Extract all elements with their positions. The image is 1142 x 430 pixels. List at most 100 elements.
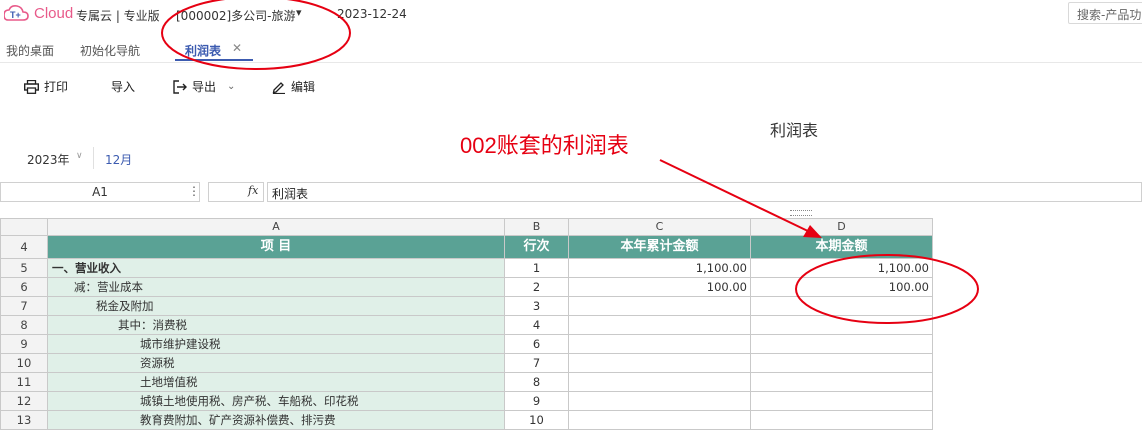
ytd-amount-cell[interactable]: 1,100.00 — [568, 258, 751, 278]
login-date: 2023-12-24 — [337, 7, 407, 21]
table-row: 7 税金及附加 3 — [0, 296, 933, 316]
column-header-a[interactable]: A — [47, 218, 505, 236]
line-number-cell[interactable]: 6 — [504, 334, 569, 354]
line-number-cell[interactable]: 7 — [504, 353, 569, 373]
line-number-cell[interactable]: 4 — [504, 315, 569, 335]
period-amount-cell[interactable] — [750, 391, 933, 411]
ytd-amount-cell[interactable]: 100.00 — [568, 277, 751, 297]
row-header[interactable]: 9 — [0, 334, 48, 354]
ytd-amount-cell[interactable] — [568, 315, 751, 335]
item-cell[interactable]: 土地增值税 — [47, 372, 505, 392]
ytd-amount-cell[interactable] — [568, 334, 751, 354]
header-ytd-amount[interactable]: 本年累计金额 — [568, 235, 751, 259]
annotation-text: 002账套的利润表 — [460, 133, 629, 158]
period-amount-cell[interactable] — [750, 315, 933, 335]
item-cell[interactable]: 资源税 — [47, 353, 505, 373]
item-cell[interactable]: 城镇土地使用税、房产税、车船税、印花税 — [47, 391, 505, 411]
pencil-icon — [272, 81, 285, 94]
row-header[interactable]: 5 — [0, 258, 48, 278]
table-row: 5 一、营业收入 1 1,100.00 1,100.00 — [0, 258, 933, 278]
export-button[interactable]: 导出 ⌄ — [173, 78, 235, 95]
row-header[interactable]: 13 — [0, 410, 48, 430]
export-label: 导出 — [192, 80, 217, 94]
period-amount-cell[interactable] — [750, 372, 933, 392]
line-number-cell[interactable]: 2 — [504, 277, 569, 297]
formula-bar: A1 ⋮ fx 利润表 — [0, 182, 1142, 204]
ytd-amount-cell[interactable] — [568, 296, 751, 316]
company-selector[interactable]: [000002]多公司-旅游 — [176, 7, 296, 24]
search-input[interactable]: 搜索-产品功 — [1068, 2, 1142, 24]
table-row: 10 资源税 7 — [0, 353, 933, 373]
edit-button[interactable]: 编辑 — [272, 78, 315, 95]
import-button[interactable]: 导入 — [111, 78, 135, 95]
row-header[interactable]: 8 — [0, 315, 48, 335]
ytd-amount-cell[interactable] — [568, 391, 751, 411]
line-number-cell[interactable]: 8 — [504, 372, 569, 392]
row-header[interactable]: 12 — [0, 391, 48, 411]
column-header-c[interactable]: C — [568, 218, 751, 236]
svg-text:T+: T+ — [10, 10, 21, 20]
toolbar: 打印 导入 导出 ⌄ 编辑 — [0, 74, 600, 98]
tab-desktop[interactable]: 我的桌面 — [6, 42, 54, 59]
table-row: 12 城镇土地使用税、房产税、车船税、印花税 9 — [0, 391, 933, 411]
divider — [93, 147, 94, 169]
fx-icon[interactable]: fx — [248, 184, 258, 197]
item-cell[interactable]: 其中：消费税 — [47, 315, 505, 335]
column-header-b[interactable]: B — [504, 218, 569, 236]
line-number-cell[interactable]: 3 — [504, 296, 569, 316]
ytd-amount-cell[interactable] — [568, 372, 751, 392]
header-item[interactable]: 项 目 — [47, 235, 505, 259]
item-cell[interactable]: 教育费附加、矿产资源补偿费、排污费 — [47, 410, 505, 430]
formula-input[interactable]: 利润表 — [267, 182, 1142, 202]
item-cell[interactable]: 城市维护建设税 — [47, 334, 505, 354]
period-amount-cell[interactable] — [750, 296, 933, 316]
item-cell[interactable]: 一、营业收入 — [47, 258, 505, 278]
item-cell[interactable]: 减：营业成本 — [47, 277, 505, 297]
line-number-cell[interactable]: 1 — [504, 258, 569, 278]
row-header[interactable]: 10 — [0, 353, 48, 373]
select-all-corner[interactable] — [0, 218, 48, 236]
header-line-no[interactable]: 行次 — [504, 235, 569, 259]
more-icon[interactable]: ⋮ — [188, 184, 200, 198]
row-header[interactable]: 4 — [0, 235, 48, 259]
ytd-amount-cell[interactable] — [568, 410, 751, 430]
table-row: 6 减：营业成本 2 100.00 100.00 — [0, 277, 933, 297]
active-tab-indicator — [175, 59, 253, 61]
item-cell[interactable]: 税金及附加 — [47, 296, 505, 316]
tab-income-statement[interactable]: 利润表 — [185, 42, 221, 59]
line-number-cell[interactable]: 9 — [504, 391, 569, 411]
period-amount-cell[interactable] — [750, 334, 933, 354]
row-header[interactable]: 6 — [0, 277, 48, 297]
column-header-d[interactable]: D — [750, 218, 933, 236]
row-header[interactable]: 7 — [0, 296, 48, 316]
resize-handle[interactable] — [790, 210, 812, 216]
spreadsheet-grid: A B C D 4 项 目 行次 本年累计金额 本期金额 5 一、营业收入 1 1,1… — [0, 218, 933, 430]
period-amount-cell[interactable]: 1,100.00 — [750, 258, 933, 278]
year-selector[interactable]: 2023年 — [27, 151, 70, 168]
period-amount-cell[interactable] — [750, 410, 933, 430]
logo-text: Cloud — [34, 5, 74, 22]
edition-label: 专属云 | 专业版 — [76, 9, 160, 23]
period-amount-cell[interactable] — [750, 353, 933, 373]
ytd-amount-cell[interactable] — [568, 353, 751, 373]
export-icon — [173, 79, 187, 94]
chevron-down-icon[interactable]: ▾ — [296, 6, 302, 19]
close-icon[interactable]: ✕ — [232, 41, 242, 55]
tab-init-guide[interactable]: 初始化导航 — [80, 42, 140, 59]
line-number-cell[interactable]: 10 — [504, 410, 569, 430]
month-selector[interactable]: 12月 — [105, 151, 132, 168]
edit-label: 编辑 — [291, 80, 316, 94]
tab-bar: 我的桌面 初始化导航 利润表 ✕ — [0, 38, 1142, 63]
cell-reference-box[interactable]: A1 — [0, 182, 200, 202]
chevron-down-icon[interactable]: ∨ — [76, 151, 83, 161]
period-amount-cell[interactable]: 100.00 — [750, 277, 933, 297]
report-title: 利润表 — [770, 121, 819, 140]
header-period-amount[interactable]: 本期金额 — [750, 235, 933, 259]
printer-icon — [24, 79, 39, 94]
table-row: 9 城市维护建设税 6 — [0, 334, 933, 354]
chevron-down-icon[interactable]: ⌄ — [227, 81, 235, 92]
row-header[interactable]: 11 — [0, 372, 48, 392]
table-row: 8 其中：消费税 4 — [0, 315, 933, 335]
print-button[interactable]: 打印 — [24, 78, 68, 95]
print-label: 打印 — [44, 80, 69, 94]
